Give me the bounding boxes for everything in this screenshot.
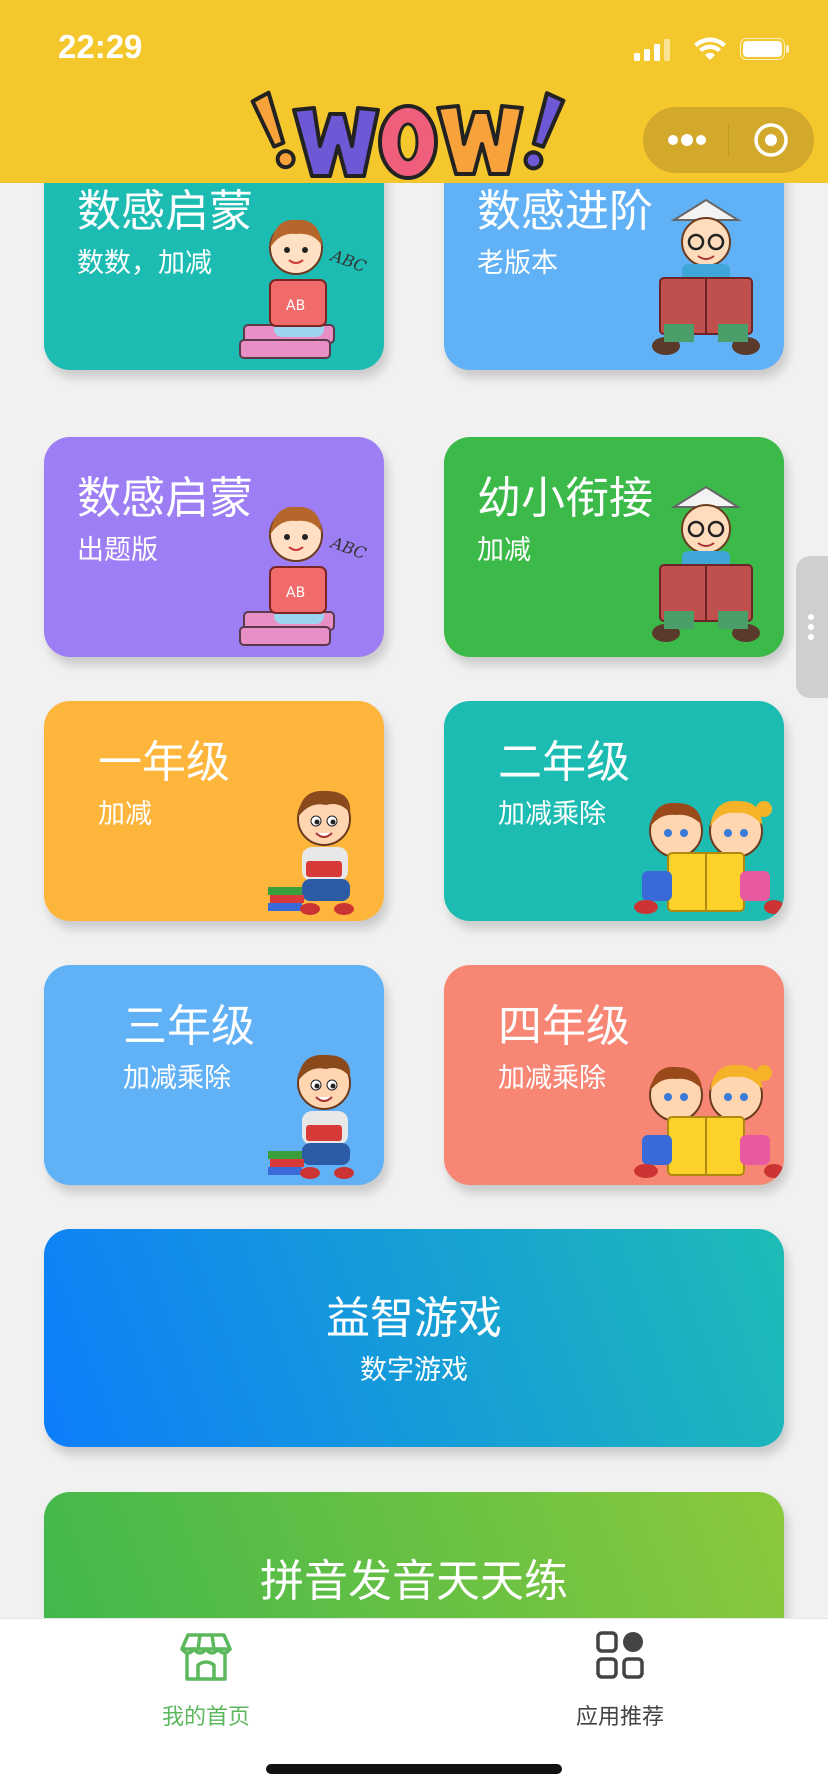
boy-reading-icon	[644, 196, 774, 370]
card-subtitle: 老版本	[477, 248, 558, 279]
wifi-icon	[694, 37, 726, 60]
side-drawer-handle[interactable]	[796, 556, 828, 698]
svg-text:AB: AB	[286, 298, 305, 314]
card-grade-4[interactable]: 四年级 加减乘除	[444, 965, 784, 1185]
card-title: 益智游戏	[326, 1293, 502, 1344]
more-icon[interactable]	[665, 125, 709, 159]
card-grade-2[interactable]: 二年级 加减乘除	[444, 701, 784, 921]
card-grade-1[interactable]: 一年级 加减	[44, 701, 384, 921]
card-title: 二年级	[498, 737, 630, 788]
battery-icon	[740, 38, 789, 60]
tab-home[interactable]: 我的首页	[76, 1619, 336, 1730]
card-subtitle: 加减乘除	[498, 1063, 606, 1094]
card-title: 数感进阶	[477, 186, 653, 237]
card-grade-3[interactable]: 三年级 加减乘除	[44, 965, 384, 1185]
card-subtitle: 加减	[477, 535, 531, 566]
boy-with-books-icon	[266, 1047, 366, 1185]
svg-text:AB: AB	[286, 585, 305, 601]
svg-text:ABC: ABC	[327, 245, 369, 276]
card-title: 数感启蒙	[77, 186, 253, 237]
two-kids-reading-icon	[628, 1055, 784, 1185]
girl-reading-icon: AB ABC	[234, 210, 374, 370]
card-title: 拼音发音天天练	[260, 1556, 568, 1607]
girl-reading-icon: AB ABC	[234, 497, 374, 657]
home-indicator	[266, 1764, 562, 1774]
boy-with-books-icon	[266, 783, 366, 921]
two-kids-reading-icon	[628, 791, 784, 921]
card-title: 幼小衔接	[477, 473, 653, 524]
close-circle-icon[interactable]	[751, 120, 791, 164]
card-subtitle: 数字游戏	[360, 1355, 468, 1386]
card-puzzle-games[interactable]: 益智游戏 数字游戏	[44, 1229, 784, 1447]
top-header: 22:29	[0, 0, 828, 183]
tab-label: 应用推荐	[575, 1705, 664, 1730]
card-math-sense-quiz[interactable]: 数感启蒙 出题版 AB ABC	[44, 437, 384, 657]
boy-reading-icon	[644, 483, 774, 657]
svg-text:ABC: ABC	[327, 532, 369, 563]
card-subtitle: 加减	[98, 799, 152, 830]
status-icons	[634, 36, 794, 66]
mini-program-capsule	[643, 107, 814, 173]
card-subtitle: 出题版	[77, 535, 158, 566]
home-shop-icon	[76, 1629, 336, 1689]
card-subtitle: 加减乘除	[498, 799, 606, 830]
wow-logo	[250, 88, 570, 194]
card-preschool-bridge[interactable]: 幼小衔接 加减	[444, 437, 784, 657]
card-subtitle: 加减乘除	[123, 1063, 231, 1094]
card-title: 三年级	[123, 1001, 255, 1052]
card-title: 四年级	[498, 1001, 630, 1052]
status-time: 22:29	[58, 28, 143, 65]
card-title: 数感启蒙	[77, 473, 253, 524]
tab-app-recommend[interactable]: 应用推荐	[490, 1619, 750, 1730]
card-title: 一年级	[98, 737, 230, 788]
card-subtitle: 数数，加减	[77, 248, 212, 279]
tab-label: 我的首页	[161, 1705, 250, 1730]
capsule-divider	[728, 124, 729, 156]
apps-grid-icon	[490, 1629, 750, 1685]
signal-icon	[634, 39, 670, 61]
